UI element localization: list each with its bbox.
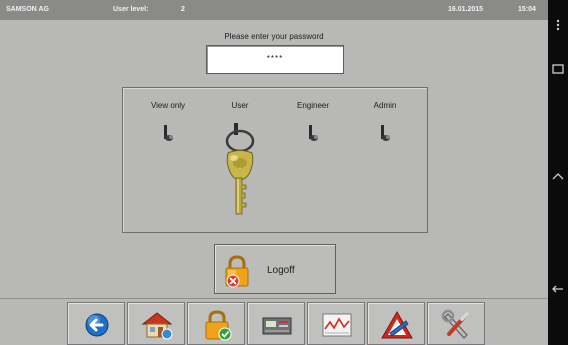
logoff-label: Logoff	[267, 265, 295, 276]
hmi-screen: SAMSON AG User level: 2 16.01.2015 15:04…	[0, 0, 548, 345]
time: 15:04	[518, 6, 536, 13]
level-label-view-only: View only	[150, 101, 186, 110]
tools-icon	[441, 309, 469, 339]
alarm-icon	[381, 310, 413, 339]
login-lock-icon	[205, 310, 232, 341]
device-button[interactable]	[247, 302, 305, 345]
trend-button[interactable]	[307, 302, 365, 345]
key-slot-view-only[interactable]	[162, 124, 174, 142]
logoff-lock-icon	[225, 255, 249, 288]
status-bar: SAMSON AG User level: 2 16.01.2015 15:04	[0, 0, 548, 20]
more-options-icon[interactable]	[551, 18, 565, 32]
key-icon[interactable]	[218, 123, 262, 218]
back-button[interactable]	[67, 302, 125, 345]
key-slot-engineer[interactable]	[307, 124, 319, 142]
key-slot-admin[interactable]	[379, 124, 391, 142]
date: 16.01.2015	[448, 6, 484, 13]
home-nav-icon[interactable]	[551, 170, 565, 184]
company-name: SAMSON AG	[6, 6, 49, 13]
android-nav-bar	[548, 0, 568, 345]
trend-icon	[322, 313, 352, 337]
password-prompt: Please enter your password	[224, 32, 324, 41]
home-icon	[141, 312, 173, 340]
access-level-panel: View only User Engineer Admin	[122, 87, 428, 233]
level-label-user: User	[231, 101, 249, 110]
bottom-toolbar	[0, 302, 548, 345]
user-level-value: 2	[181, 6, 185, 13]
logoff-button[interactable]: Logoff	[214, 244, 336, 294]
device-icon	[262, 317, 292, 335]
alarm-button[interactable]	[367, 302, 425, 345]
tools-button[interactable]	[427, 302, 485, 345]
password-input[interactable]: ****	[206, 45, 344, 74]
login-button[interactable]	[187, 302, 245, 345]
level-label-engineer: Engineer	[296, 101, 330, 110]
back-nav-icon[interactable]	[551, 282, 565, 296]
back-icon	[85, 313, 109, 337]
user-level-label: User level:	[113, 6, 149, 13]
home-button[interactable]	[127, 302, 185, 345]
level-label-admin: Admin	[373, 101, 397, 110]
toolbar-divider	[0, 298, 548, 299]
recent-apps-icon[interactable]	[551, 62, 565, 76]
